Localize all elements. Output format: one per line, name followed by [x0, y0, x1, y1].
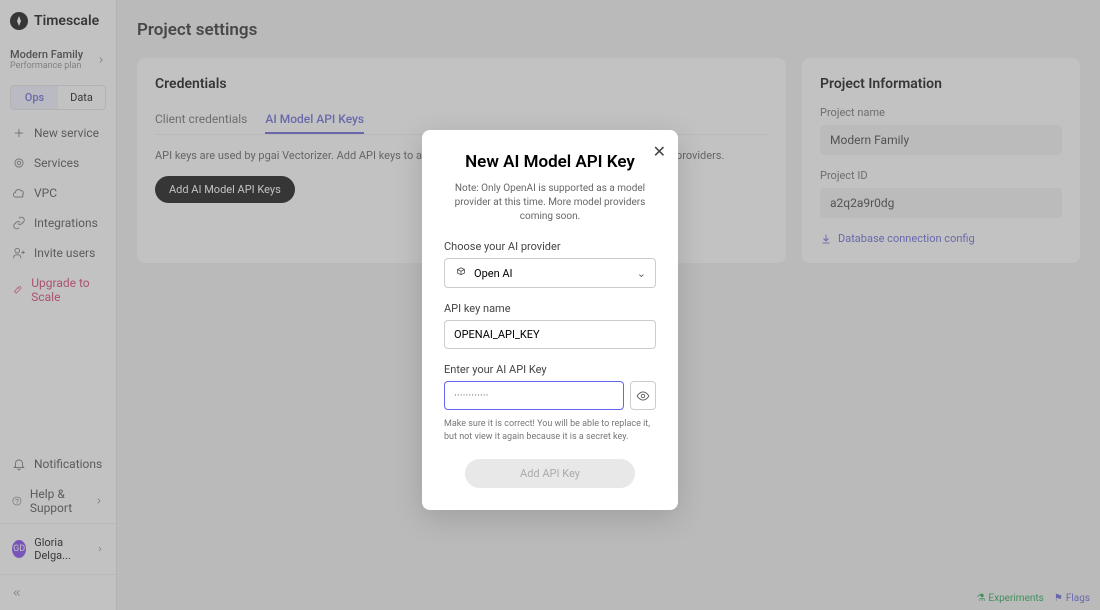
openai-icon	[454, 266, 468, 280]
api-key-hint: Make sure it is correct! You will be abl…	[444, 418, 656, 443]
eye-icon	[636, 389, 650, 403]
modal-title: New AI Model API Key	[444, 152, 656, 172]
modal-overlay[interactable]: ✕ New AI Model API Key Note: Only OpenAI…	[0, 0, 1100, 610]
api-key-name-label: API key name	[444, 302, 656, 315]
add-api-key-submit[interactable]: Add API Key	[465, 459, 635, 488]
api-key-label: Enter your AI API Key	[444, 363, 656, 376]
provider-label: Choose your AI provider	[444, 240, 656, 253]
api-key-input[interactable]	[444, 381, 624, 410]
provider-value: Open AI	[474, 267, 513, 280]
close-button[interactable]: ✕	[653, 142, 666, 161]
chevron-down-icon: ⌄	[637, 267, 646, 280]
new-api-key-modal: ✕ New AI Model API Key Note: Only OpenAI…	[422, 130, 678, 510]
api-key-name-input[interactable]	[444, 320, 656, 349]
close-icon: ✕	[653, 142, 666, 161]
toggle-visibility-button[interactable]	[630, 381, 656, 410]
provider-select[interactable]: Open AI ⌄	[444, 258, 656, 288]
modal-note: Note: Only OpenAI is supported as a mode…	[444, 182, 656, 224]
